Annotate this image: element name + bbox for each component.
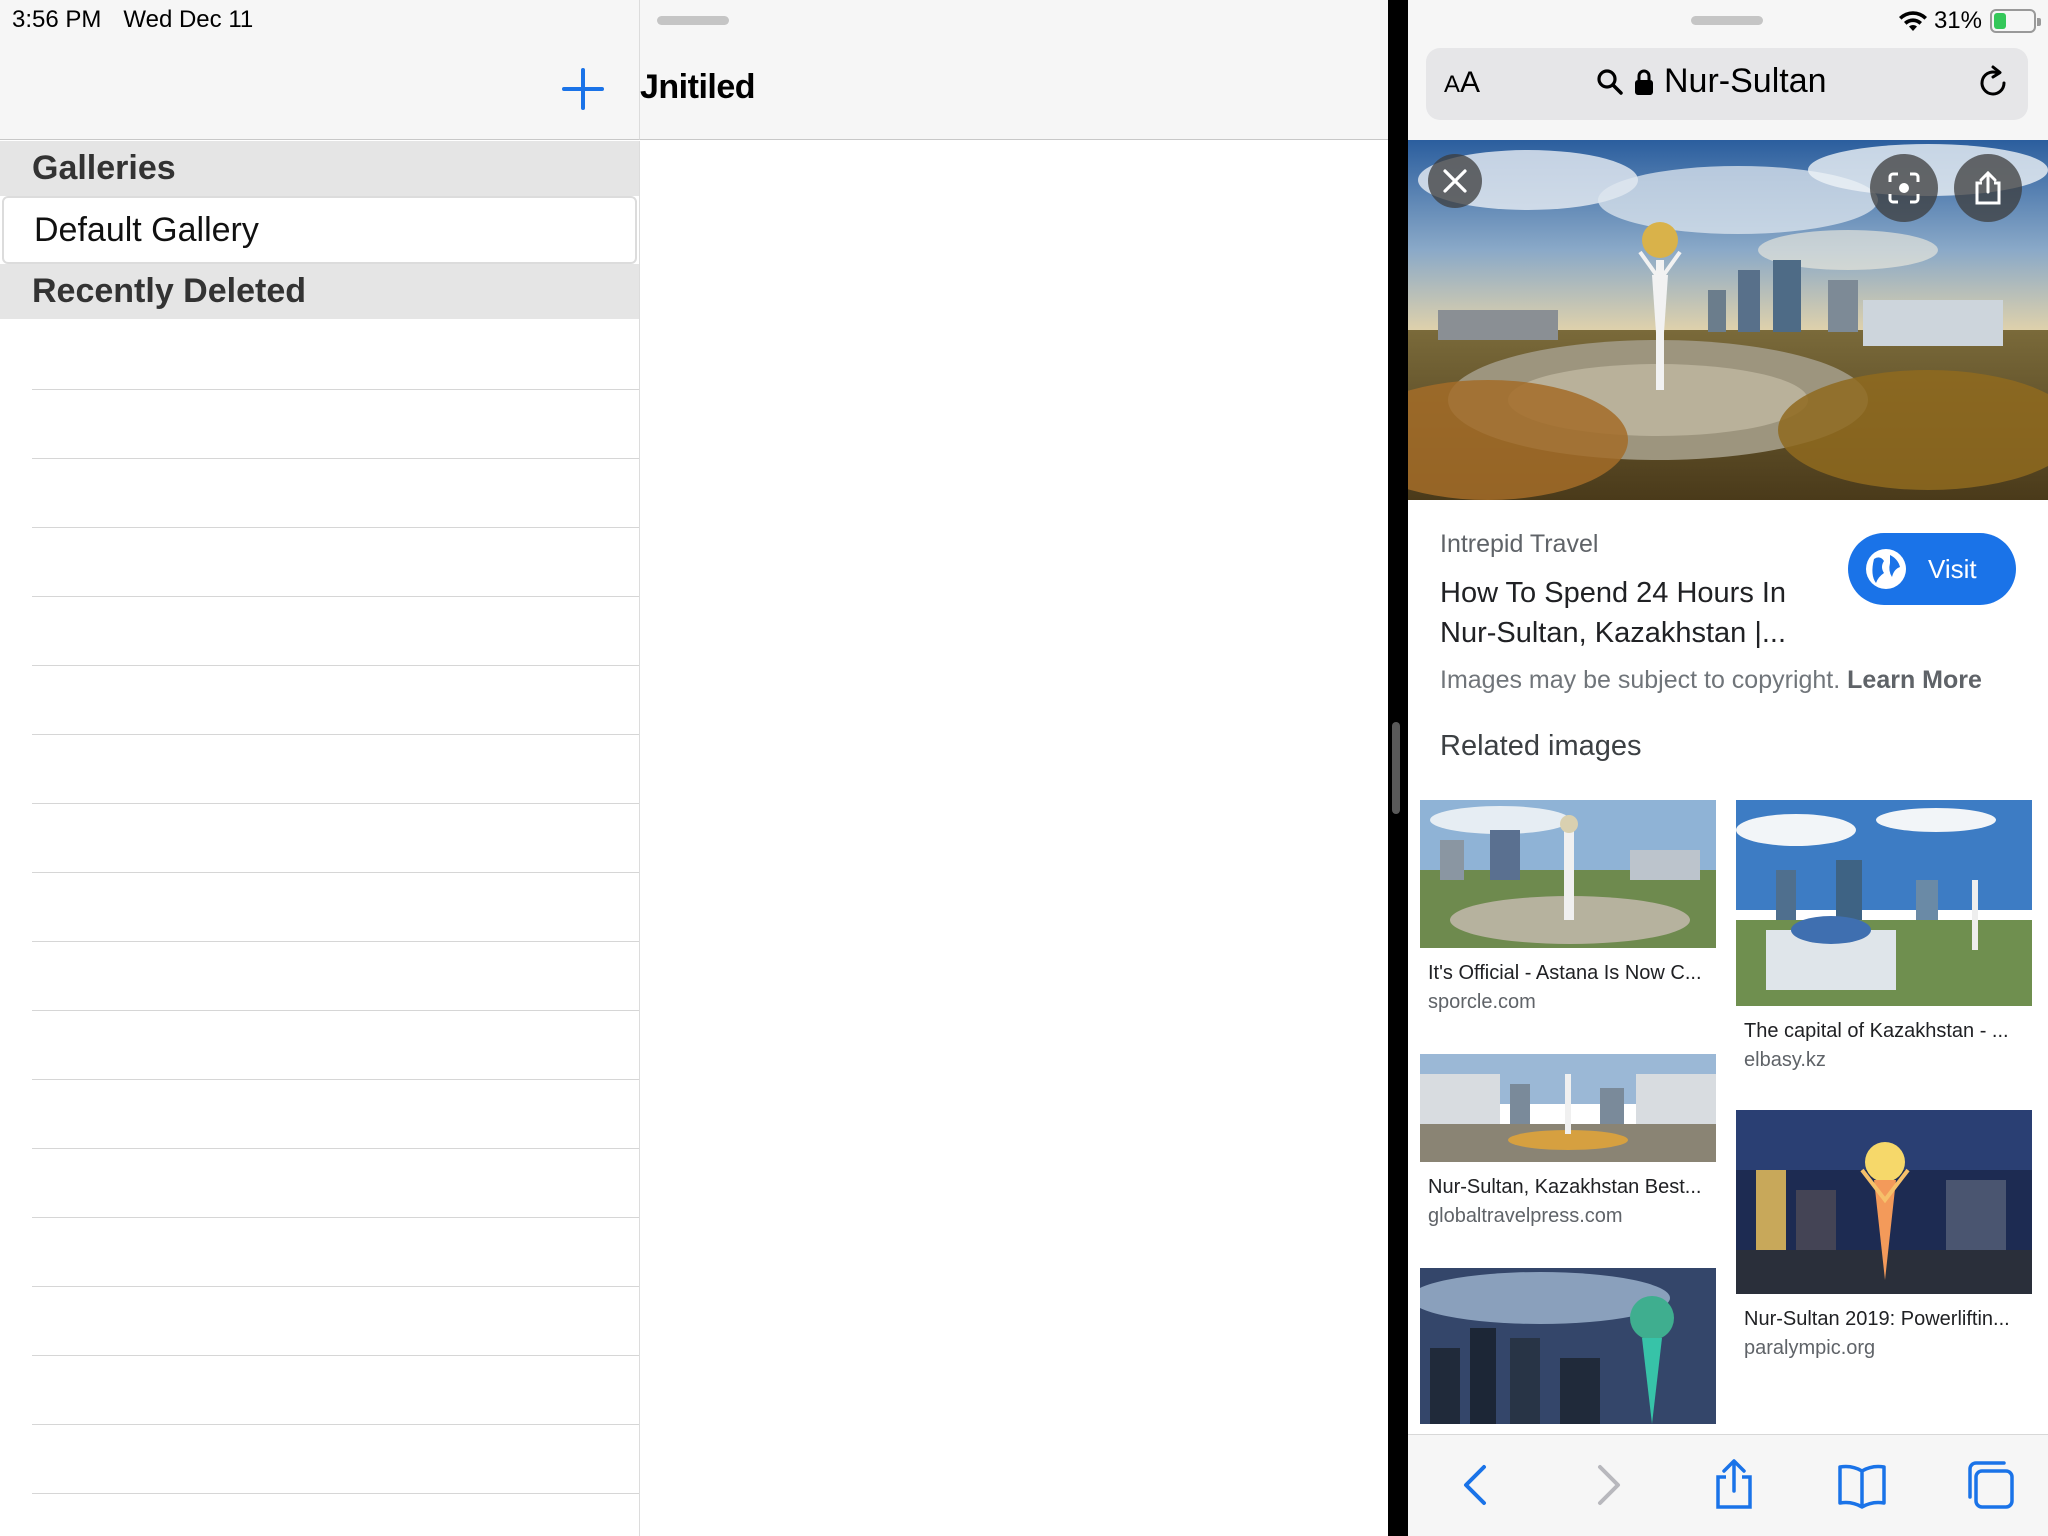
- section-header-recently-deleted[interactable]: Recently Deleted: [0, 264, 639, 319]
- tabs-icon[interactable]: [1962, 1457, 2018, 1513]
- related-image[interactable]: [1736, 1110, 2032, 1294]
- related-title: It's Official - Astana Is Now C...: [1428, 962, 1702, 984]
- reload-icon[interactable]: [1974, 64, 2012, 102]
- empty-row: [32, 942, 639, 1011]
- status-bar-right: 31%: [1898, 4, 2041, 38]
- detail-title: Jnitiled: [640, 68, 756, 106]
- empty-row: [32, 1011, 639, 1080]
- empty-row: [32, 1080, 639, 1149]
- related-card[interactable]: It's Official - Astana Is Now C... sporc…: [1420, 800, 1716, 1014]
- share-icon[interactable]: [1706, 1457, 1762, 1513]
- learn-more-link[interactable]: Learn More: [1847, 666, 1982, 694]
- empty-row: [32, 1287, 639, 1356]
- url-display[interactable]: Nur-Sultan: [1596, 62, 1827, 101]
- visit-label: Visit: [1928, 553, 1977, 584]
- related-image[interactable]: [1420, 1054, 1716, 1162]
- related-title: Nur-Sultan, Kazakhstan Best...: [1428, 1176, 1702, 1198]
- empty-row: [32, 1356, 639, 1425]
- back-icon[interactable]: [1450, 1457, 1506, 1513]
- related-source: elbasy.kz: [1744, 1049, 1826, 1071]
- lock-icon: [1635, 69, 1653, 95]
- related-title: The capital of Kazakhstan - ...: [1744, 1020, 2009, 1042]
- reader-options-button[interactable]: AA: [1444, 66, 1480, 100]
- related-image[interactable]: [1420, 1268, 1716, 1424]
- share-icon[interactable]: [1954, 154, 2022, 222]
- empty-row: [32, 804, 639, 873]
- section-header-galleries: Galleries: [0, 141, 639, 196]
- copyright-notice: Images may be subject to copyright. Lear…: [1440, 666, 1982, 695]
- related-title: Nur-Sultan 2019: Powerliftin...: [1744, 1308, 2010, 1330]
- related-image[interactable]: [1736, 800, 2032, 1006]
- empty-row: [32, 1149, 639, 1218]
- wifi-icon: [1898, 11, 1927, 31]
- copyright-text: Images may be subject to copyright.: [1440, 666, 1841, 694]
- result-source[interactable]: Intrepid Travel: [1440, 530, 1860, 559]
- status-date: Wed Dec 11: [123, 6, 254, 33]
- related-source: paralympic.org: [1744, 1337, 1876, 1359]
- status-bar-time: 3:56 PM Wed Dec 11: [12, 6, 275, 34]
- related-card[interactable]: [1420, 1268, 1716, 1444]
- detail-content-area: [641, 141, 1388, 1536]
- result-title-line-2: Nur-Sultan, Kazakhstan |...: [1440, 617, 1787, 649]
- result-title[interactable]: How To Spend 24 Hours In Nur-Sultan, Kaz…: [1440, 573, 1860, 653]
- status-time: 3:56 PM: [12, 6, 102, 33]
- related-images-heading: Related images: [1440, 730, 1642, 762]
- bookmarks-icon[interactable]: [1834, 1457, 1890, 1513]
- aa-small: A: [1444, 71, 1461, 98]
- gallery-app: 3:56 PM Wed Dec 11 Jnitiled Galleries Def…: [0, 0, 1388, 1536]
- plus-icon[interactable]: [560, 66, 606, 112]
- result-info: Intrepid Travel How To Spend 24 Hours In…: [1440, 530, 1860, 653]
- result-title-line-1: How To Spend 24 Hours In: [1440, 577, 1787, 609]
- lens-icon[interactable]: [1870, 154, 1938, 222]
- globe-icon: [1866, 549, 1906, 589]
- empty-row: [32, 321, 639, 390]
- close-icon[interactable]: [1428, 154, 1482, 208]
- visit-button[interactable]: Visit: [1848, 533, 2016, 605]
- empty-row: [32, 735, 639, 804]
- battery-fill: [1994, 13, 2006, 29]
- aa-large: A: [1460, 66, 1481, 99]
- safari-toolbar: [1408, 1434, 2048, 1536]
- related-card[interactable]: Nur-Sultan 2019: Powerliftin... paralymp…: [1736, 1110, 2032, 1360]
- address-bar[interactable]: AA Nur-Sultan: [1426, 48, 2028, 120]
- forward-icon[interactable]: [1578, 1457, 1634, 1513]
- galleries-sidebar: Galleries Default Gallery Recently Delet…: [0, 141, 640, 1536]
- url-query: Nur-Sultan: [1664, 62, 1827, 100]
- related-image[interactable]: [1420, 800, 1716, 948]
- empty-row: [32, 873, 639, 942]
- related-source: sporcle.com: [1428, 991, 1536, 1013]
- hero-image[interactable]: [1408, 140, 2048, 500]
- related-card[interactable]: The capital of Kazakhstan - ... elbasy.k…: [1736, 800, 2032, 1072]
- related-source: globaltravelpress.com: [1428, 1205, 1623, 1227]
- search-icon: [1597, 68, 1623, 95]
- empty-row: [32, 1425, 639, 1494]
- multitasking-grabber-safari[interactable]: [1691, 16, 1763, 25]
- empty-row: [32, 597, 639, 666]
- split-view-handle[interactable]: [1392, 722, 1400, 814]
- default-gallery-item[interactable]: Default Gallery: [2, 196, 637, 264]
- empty-row: [32, 1218, 639, 1287]
- empty-list-rows: [32, 321, 639, 1494]
- empty-row: [32, 666, 639, 735]
- battery-nub: [2037, 18, 2041, 26]
- empty-row: [32, 528, 639, 597]
- safari-top-bar: 31% AA Nur-Sultan: [1408, 0, 2048, 140]
- multitasking-grabber[interactable]: [657, 16, 729, 25]
- safari-window: 31% AA Nur-Sultan Intrepid Travel How To…: [1408, 0, 2048, 1536]
- battery-percent: 31%: [1933, 7, 1982, 34]
- battery-icon: [1990, 9, 2041, 33]
- empty-row: [32, 459, 639, 528]
- related-card[interactable]: Nur-Sultan, Kazakhstan Best... globaltra…: [1420, 1054, 1716, 1228]
- empty-row: [32, 390, 639, 459]
